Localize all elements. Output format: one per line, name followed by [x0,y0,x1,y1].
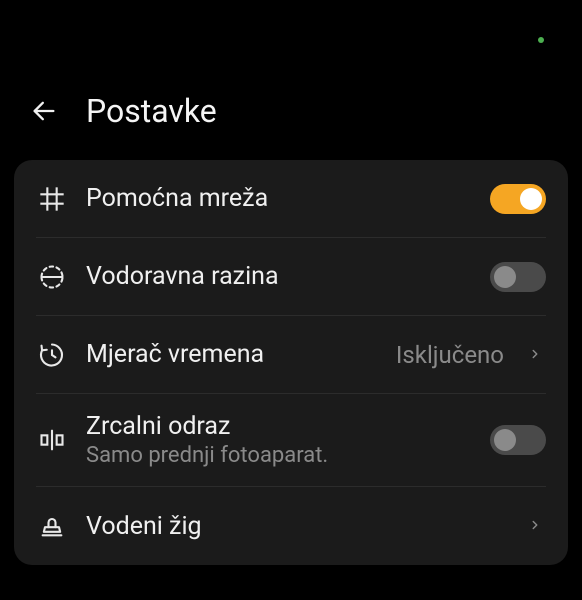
row-level-label: Vodoravna razina [86,262,472,291]
row-grid-label: Pomoćna mreža [86,184,472,213]
chevron-right-icon [528,517,546,535]
row-watermark[interactable]: Vodeni žig [36,487,546,565]
row-grid[interactable]: Pomoćna mreža [36,160,546,238]
row-mirror[interactable]: Zrcalni odraz Samo prednji fotoaparat. [36,394,546,487]
timer-icon [36,339,68,371]
row-timer-value: Isključeno [396,341,504,369]
header: Postavke [0,0,582,160]
page-title: Postavke [86,92,217,130]
stamp-icon [36,510,68,542]
chevron-right-icon [528,346,546,364]
mirror-icon [36,424,68,456]
row-mirror-sublabel: Samo prednji fotoaparat. [86,443,472,468]
row-mirror-label: Zrcalni odraz [86,412,472,441]
toggle-level[interactable] [490,262,546,292]
back-icon[interactable] [30,97,58,125]
row-timer[interactable]: Mjerač vremena Isključeno [36,316,546,394]
toggle-mirror[interactable] [490,425,546,455]
row-timer-label: Mjerač vremena [86,340,378,369]
status-indicator-dot [538,37,544,43]
toggle-grid[interactable] [490,184,546,214]
row-level[interactable]: Vodoravna razina [36,238,546,316]
settings-panel: Pomoćna mreža Vodoravna razina [14,160,568,565]
level-icon [36,261,68,293]
row-watermark-label: Vodeni žig [86,512,510,541]
grid-icon [36,183,68,215]
